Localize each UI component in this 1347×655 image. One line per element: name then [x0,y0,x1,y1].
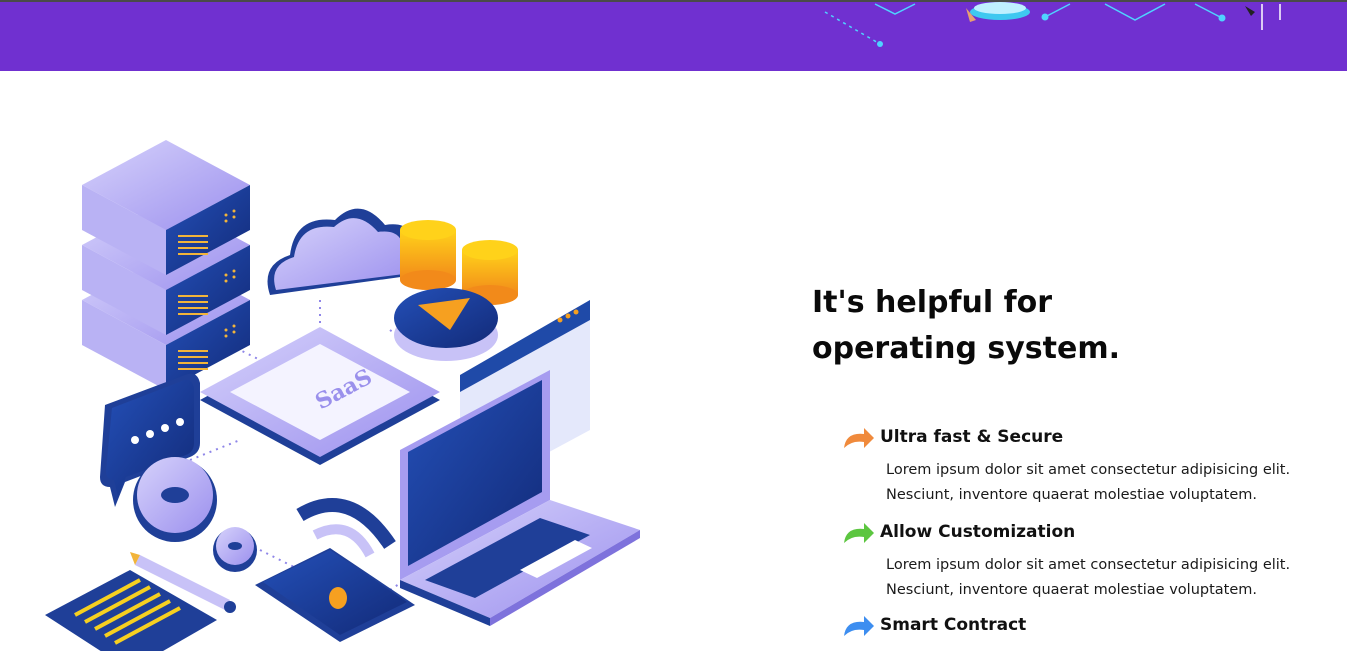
gear-icon [133,457,257,572]
network-decoration [824,2,1281,47]
feature-item-ultra-fast: Ultra fast & Secure Lorem ipsum dolor si… [842,424,1346,508]
feature-item-customization: Allow Customization Lorem ipsum dolor si… [842,519,1346,603]
feature-desc-line: Lorem ipsum dolor sit amet consectetur a… [886,557,1291,573]
feature-description: Lorem ipsum dolor sit amet consectetur a… [886,458,1346,508]
feature-description: Lorem ipsum dolor sit amet consectetur a… [886,553,1346,603]
feature-desc-line: Lorem ipsum dolor sit amet consectetur a… [886,462,1291,478]
play-button-icon [394,288,498,361]
server-rack-icon [82,140,250,390]
hero-banner [0,0,1347,71]
smartphone-wifi-icon [255,498,415,642]
saas-illustration: SaaS [30,130,650,655]
feature-title: Smart Contract [880,615,1027,635]
curved-arrow-icon [844,616,874,636]
feature-item-smart-contract: Smart Contract [842,612,1026,638]
feature-title: Allow Customization [880,522,1076,542]
feature-desc-line: Nesciunt, inventore quaerat molestiae vo… [886,487,1258,503]
feature-desc-line: Nesciunt, inventore quaerat molestiae vo… [886,582,1258,598]
cloud-icon [267,208,423,295]
features-section: It's helpful for operating system. Ultra… [812,280,1332,636]
curved-arrow-icon [844,523,874,543]
section-heading: It's helpful for operating system. [812,285,1120,366]
curved-arrow-icon [844,428,874,448]
laptop-icon [400,370,640,626]
feature-title: Ultra fast & Secure [880,427,1064,447]
